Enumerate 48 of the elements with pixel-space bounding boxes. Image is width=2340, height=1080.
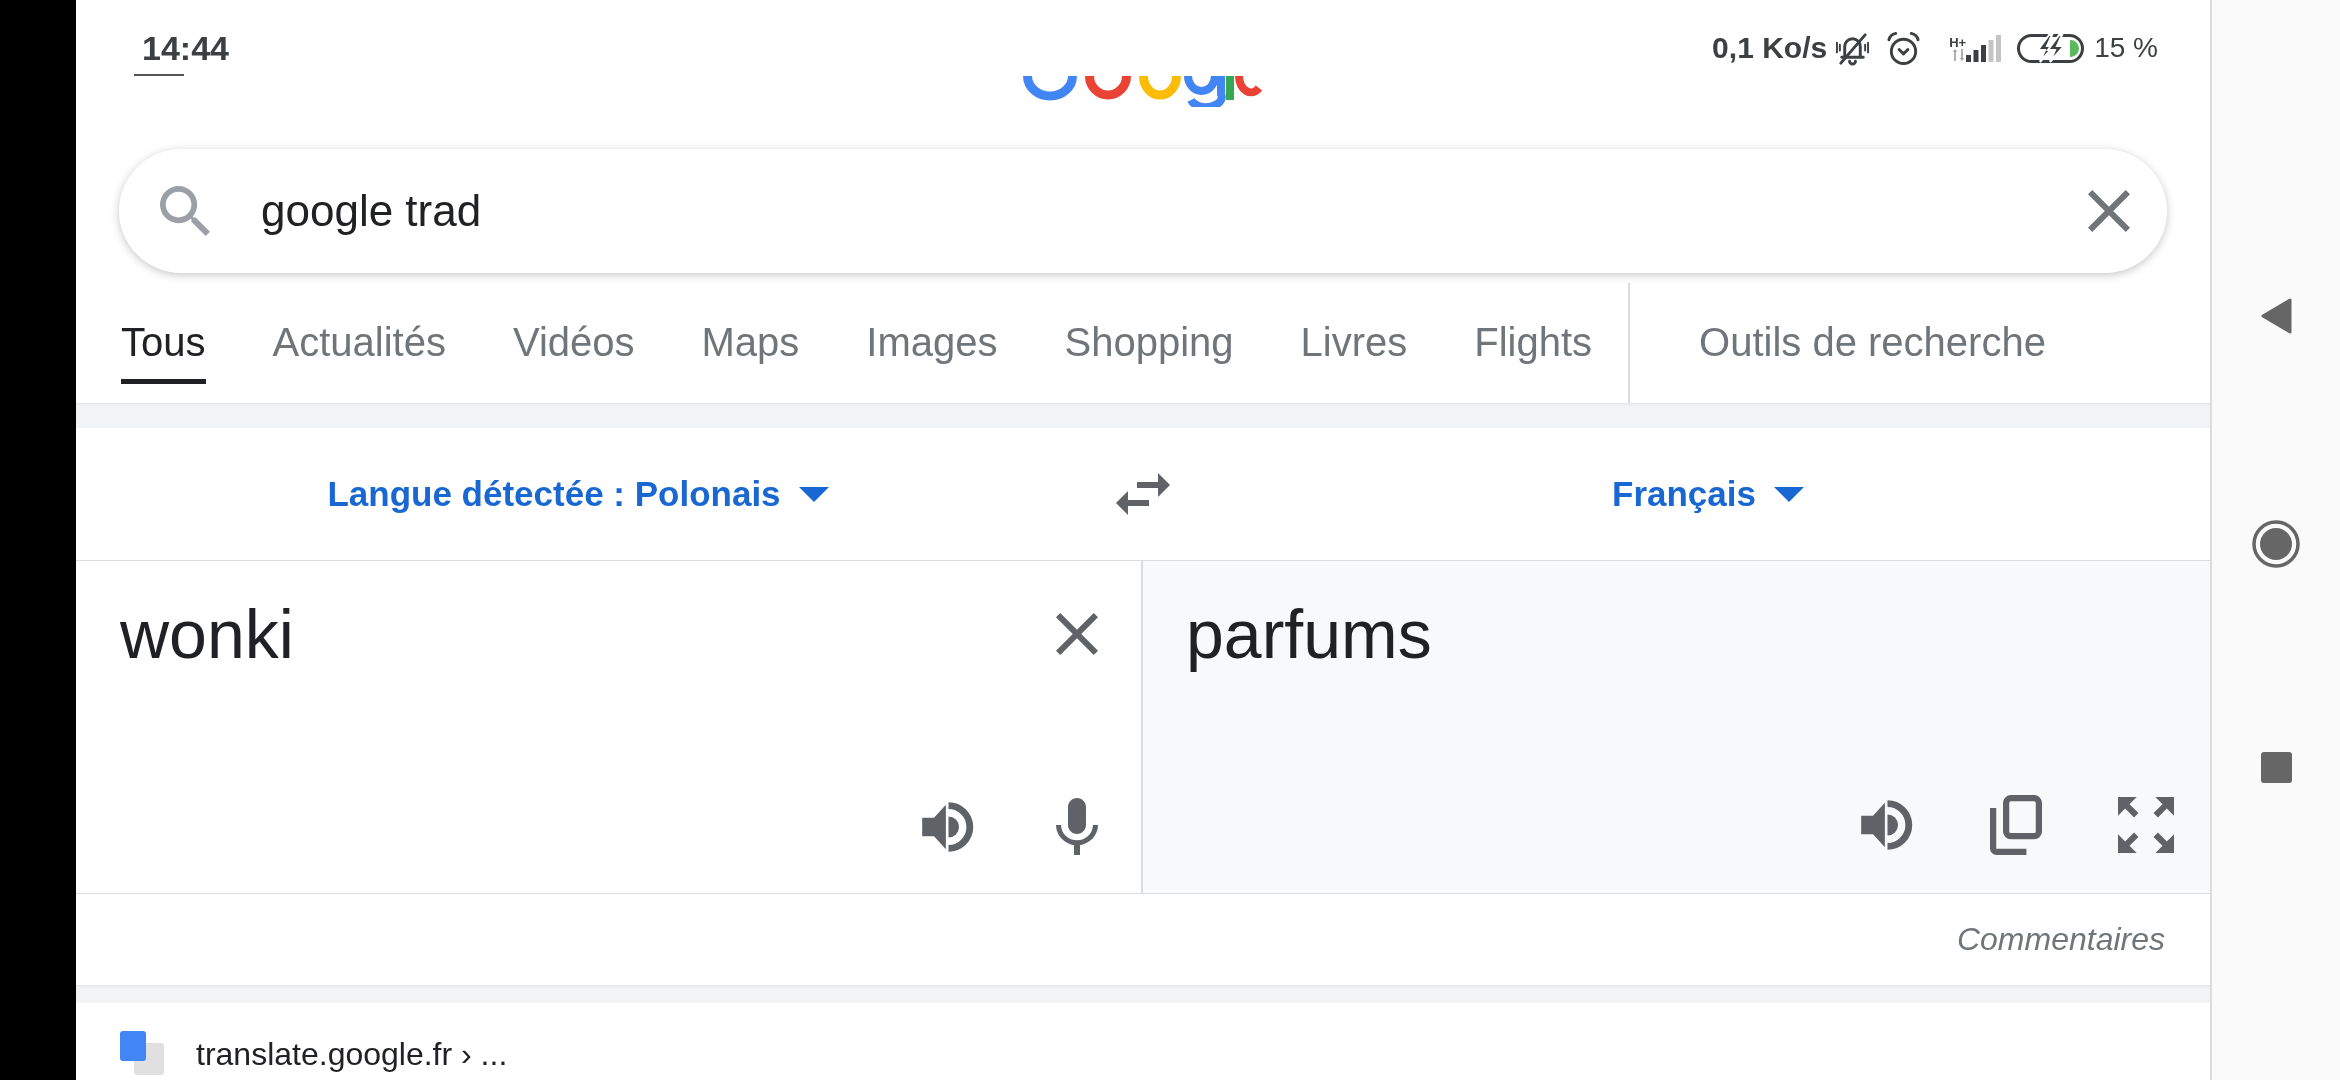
source-language-selector[interactable]: Langue détectée : Polonais: [327, 473, 829, 515]
home-icon[interactable]: [2252, 520, 2300, 568]
copy-icon: [1990, 795, 2042, 855]
caret-icon: [1774, 486, 1804, 502]
search-tab[interactable]: Shopping: [1064, 307, 1234, 384]
status-dash-icon: [134, 74, 184, 76]
alarm-clock-icon: [1886, 30, 1922, 66]
battery-charging-icon: [2017, 33, 2085, 63]
fullscreen-button[interactable]: [2118, 797, 2174, 853]
listen-button[interactable]: [1861, 800, 1914, 850]
swap-languages-button[interactable]: [1116, 473, 1170, 515]
target-language-selector[interactable]: Français: [1612, 473, 1804, 515]
feedback-link[interactable]: Commentaires: [1956, 921, 2165, 958]
copy-button[interactable]: [1990, 795, 2042, 855]
recents-icon[interactable]: [2260, 752, 2292, 783]
back-icon[interactable]: [2260, 298, 2292, 334]
translation-text: parfums: [1186, 598, 1432, 670]
site-favicon-icon: [120, 1031, 164, 1075]
caret-icon: [798, 486, 829, 502]
search-tab[interactable]: Flights: [1474, 307, 1593, 384]
search-tab[interactable]: Images: [866, 307, 998, 384]
voice-input-button[interactable]: [1056, 798, 1098, 855]
microphone-icon: [1056, 798, 1098, 855]
clear-text-button[interactable]: [1056, 613, 1098, 655]
search-icon: [160, 186, 210, 236]
speaker-icon: [922, 801, 975, 852]
bell-off-icon: [1835, 30, 1871, 66]
search-tab[interactable]: Livres: [1300, 307, 1408, 384]
search-tab[interactable]: Actualités: [272, 307, 446, 384]
data-arrows-icon: [1953, 48, 1967, 61]
signal-icon: [1966, 34, 2003, 62]
network-type: H+: [1949, 35, 1967, 49]
close-icon: [1056, 613, 1098, 655]
result-url[interactable]: translate.google.fr › ...: [196, 1035, 508, 1073]
search-tab[interactable]: Vidéos: [512, 307, 635, 384]
listen-button[interactable]: [922, 801, 975, 852]
network-speed: 0,1 Ko/s: [1712, 30, 1828, 66]
battery-percent: 15 %: [2094, 31, 2158, 65]
expand-arrows-icon: [2118, 797, 2174, 853]
status-time: 14:44: [142, 29, 229, 67]
search-tools-button[interactable]: Outils de recherche: [1699, 307, 2046, 384]
close-icon: [2088, 190, 2130, 232]
swap-icon: [1116, 473, 1170, 515]
search-tab[interactable]: Tous: [121, 307, 206, 384]
search-tab[interactable]: Maps: [701, 307, 800, 384]
speaker-icon: [1861, 800, 1914, 850]
clear-search-button[interactable]: [2088, 190, 2130, 232]
search-field[interactable]: google trad: [261, 183, 2058, 239]
